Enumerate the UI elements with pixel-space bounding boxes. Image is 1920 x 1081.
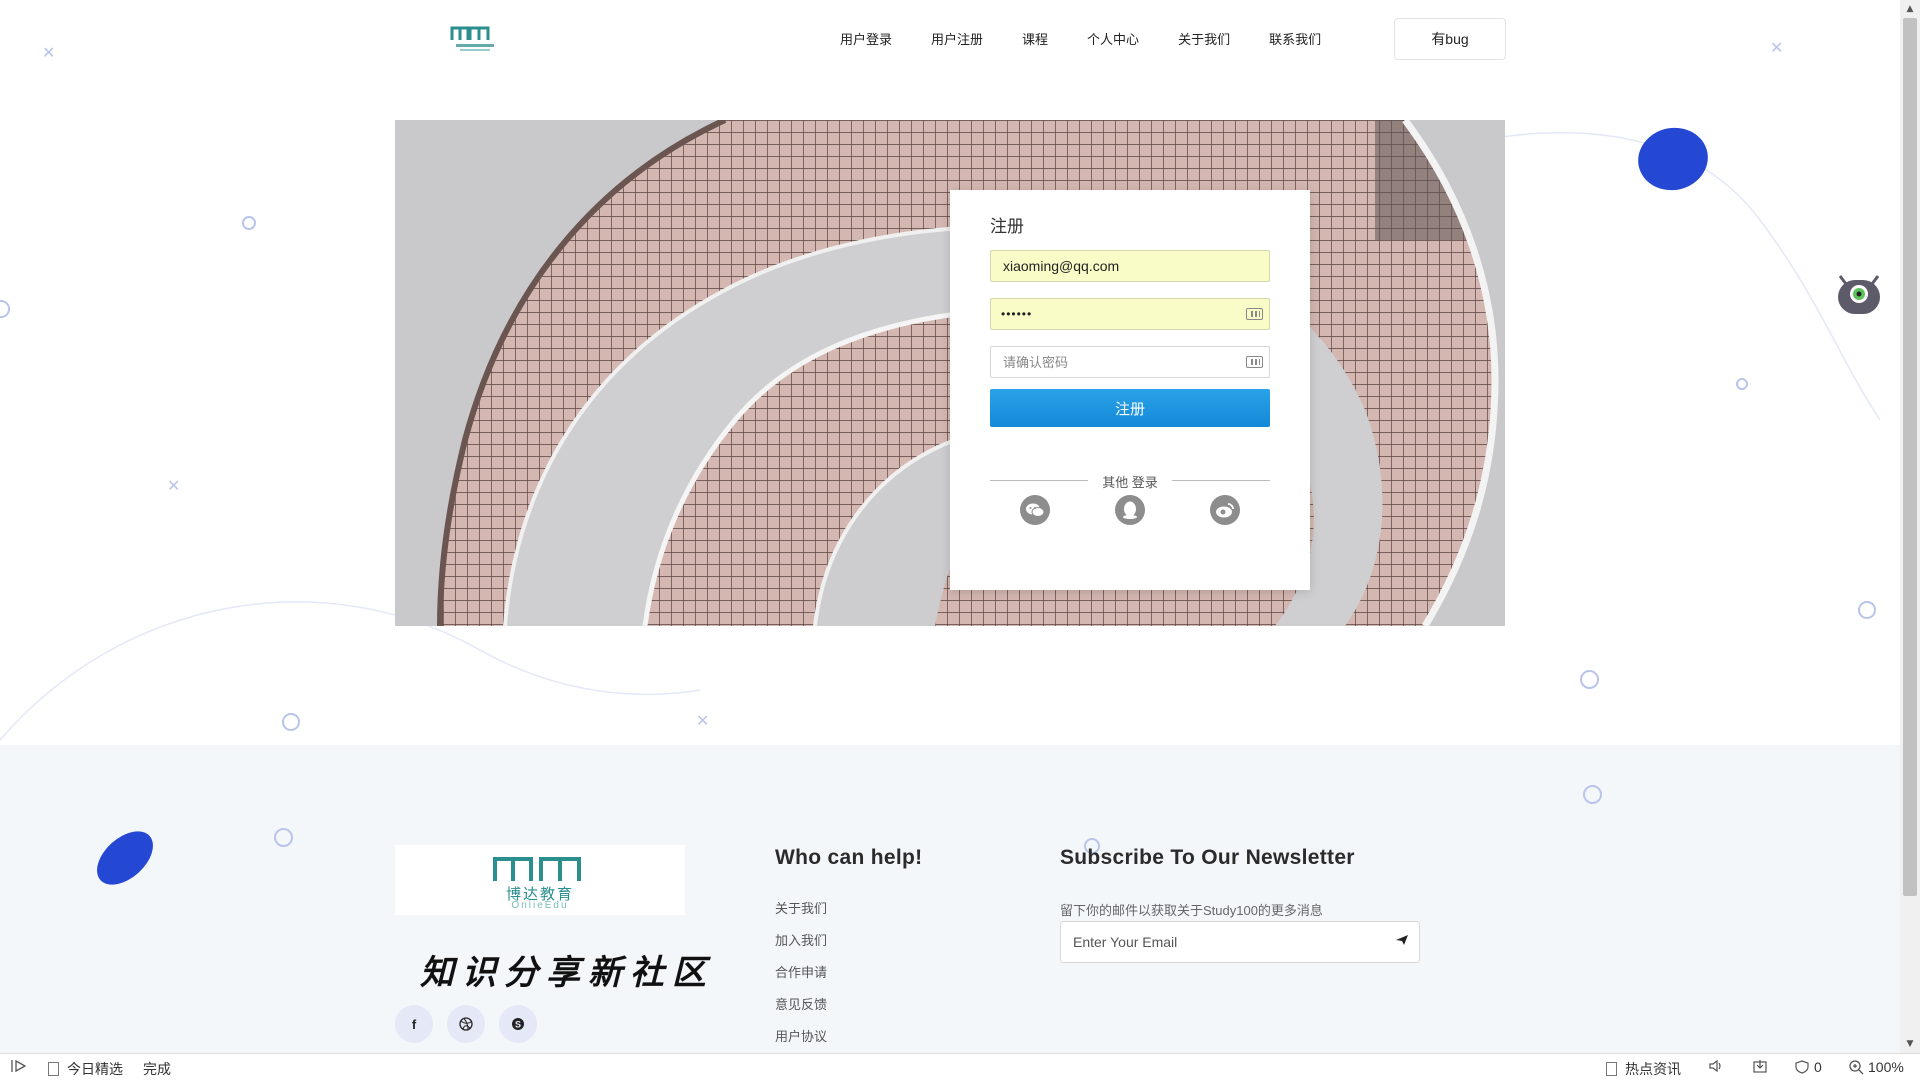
ring-decor: [1583, 785, 1602, 804]
zoom-control[interactable]: 100%: [1848, 1059, 1904, 1075]
footer-link-about[interactable]: 关于我们: [775, 898, 827, 917]
nav-contact[interactable]: 联系我们: [1269, 29, 1321, 48]
sidebar-toggle-icon[interactable]: [10, 1059, 28, 1073]
qq-icon[interactable]: [1115, 495, 1145, 525]
load-status: 完成: [143, 1061, 171, 1077]
nav-profile[interactable]: 个人中心: [1087, 29, 1139, 48]
nav-about[interactable]: 关于我们: [1178, 29, 1230, 48]
register-title: 注册: [990, 217, 1024, 236]
today-picks-label: 今日精选: [67, 1061, 123, 1077]
email-input[interactable]: [1001, 257, 1259, 275]
footer-link-feedback[interactable]: 意见反馈: [775, 994, 827, 1013]
monster-mascot-icon[interactable]: [1834, 266, 1884, 316]
weibo-icon[interactable]: [1210, 495, 1240, 525]
cross-decor: ✕: [42, 43, 56, 62]
scroll-up-arrow-icon[interactable]: ▲: [1900, 0, 1920, 18]
footer-logo[interactable]: 博达教育 OnlieEdu: [395, 845, 685, 915]
zoom-icon: [1849, 1060, 1864, 1075]
document-icon: [48, 1062, 59, 1076]
newsletter-description: 留下你的邮件以获取关于Study100的更多消息: [1060, 903, 1323, 918]
ring-decor: [1580, 670, 1599, 689]
ring-decor: [242, 216, 256, 230]
email-field[interactable]: [990, 250, 1270, 282]
footer-slogan: 知识分享新社区: [420, 953, 714, 993]
nav-register[interactable]: 用户注册: [931, 29, 983, 48]
nav-login[interactable]: 用户登录: [840, 29, 892, 48]
skype-icon[interactable]: S: [499, 1005, 537, 1043]
facebook-icon[interactable]: f: [395, 1005, 433, 1043]
download-icon[interactable]: [1752, 1059, 1768, 1073]
cross-decor: ✕: [167, 476, 181, 495]
other-login-divider: 其他 登录: [990, 472, 1270, 490]
password-value: ••••••: [1001, 307, 1033, 321]
main-nav: 用户登录 用户注册 课程 个人中心 关于我们 联系我们: [840, 18, 1360, 58]
browser-status-bar: 今日精选 完成 热点资讯 0 100%: [0, 1053, 1920, 1081]
footer-link-join[interactable]: 加入我们: [775, 930, 827, 949]
dribbble-icon[interactable]: [447, 1005, 485, 1043]
footer-logo-en: OnlieEdu: [511, 900, 569, 911]
page: ✕ ✕ ✕ ✕ ✕ 用户登录 用户注册 课程 个人中心 关于我们 联系我们 有b…: [0, 0, 1900, 1053]
ring-decor: [274, 828, 293, 847]
adblock-count: 0: [1814, 1059, 1822, 1075]
document-icon: [1606, 1062, 1617, 1076]
newsletter-email-field[interactable]: [1060, 921, 1420, 963]
scroll-down-arrow-icon[interactable]: ▼: [1900, 1035, 1920, 1053]
zoom-level: 100%: [1868, 1059, 1904, 1075]
adblock-counter[interactable]: 0: [1794, 1059, 1822, 1075]
footer: 博达教育 OnlieEdu 知识分享新社区 f S Who can help! …: [0, 745, 1900, 1053]
ring-decor: [282, 713, 300, 731]
newsletter-title: Subscribe To Our Newsletter: [1060, 846, 1355, 869]
cross-decor: ✕: [1770, 38, 1784, 57]
site-logo[interactable]: [448, 22, 502, 54]
shield-icon: [1795, 1060, 1809, 1074]
ring-decor: [1736, 378, 1748, 390]
cross-decor: ✕: [696, 711, 710, 730]
speaker-icon[interactable]: [1708, 1059, 1724, 1073]
scroll-thumb[interactable]: [1903, 18, 1917, 896]
newsletter-email-input[interactable]: [1071, 933, 1395, 951]
hot-news-label: 热点资讯: [1625, 1061, 1681, 1077]
other-login-label: 其他 登录: [1102, 475, 1158, 490]
bug-report-button[interactable]: 有bug: [1394, 18, 1506, 60]
register-card: 注册 •••••• 注册 其他 登录: [950, 190, 1310, 590]
today-picks[interactable]: 今日精选: [48, 1059, 123, 1079]
hot-news[interactable]: 热点资讯: [1606, 1059, 1681, 1079]
nav-courses[interactable]: 课程: [1022, 29, 1048, 48]
ring-decor: [1858, 601, 1876, 619]
footer-link-cooperate[interactable]: 合作申请: [775, 962, 827, 981]
svg-text:S: S: [515, 1020, 521, 1030]
confirm-password-field[interactable]: [990, 346, 1270, 378]
confirm-password-input[interactable]: [1001, 353, 1259, 371]
keyboard-icon[interactable]: [1246, 308, 1263, 320]
keyboard-icon[interactable]: [1246, 356, 1263, 368]
send-icon[interactable]: [1395, 933, 1409, 951]
register-submit-button[interactable]: 注册: [990, 389, 1270, 427]
password-field[interactable]: ••••••: [990, 298, 1270, 330]
footer-link-agreement[interactable]: 用户协议: [775, 1026, 827, 1045]
wechat-icon[interactable]: [1020, 495, 1050, 525]
vertical-scrollbar[interactable]: ▲ ▼: [1900, 0, 1920, 1053]
help-title: Who can help!: [775, 846, 923, 869]
